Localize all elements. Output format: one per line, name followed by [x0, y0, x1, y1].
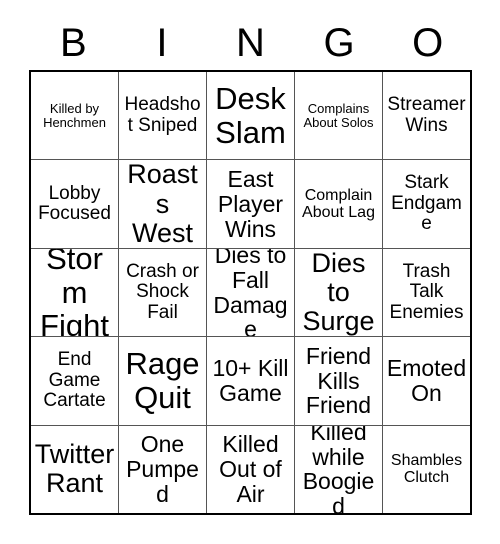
bingo-header-letter-g: G: [323, 21, 355, 65]
bingo-cell-label: Desk Slam: [215, 81, 286, 150]
bingo-row: Lobby Focused Roasts West East Player Wi…: [31, 160, 470, 249]
bingo-header-letter-b: B: [59, 21, 87, 65]
bingo-cell-label: Lobby Focused: [38, 182, 111, 225]
bingo-cell[interactable]: East Player Wins: [207, 160, 295, 248]
bingo-cell[interactable]: Headshot Sniped: [119, 72, 207, 160]
bingo-cell[interactable]: Friend Kills Friend: [295, 337, 383, 425]
bingo-cell-label: Killed while Boogied: [302, 425, 375, 514]
bingo-row: Storm Fight Crash or Shock Fail Dies to …: [31, 248, 470, 338]
bingo-cell[interactable]: Shambles Clutch: [383, 426, 470, 513]
bingo-cell[interactable]: Killed Out of Air: [207, 425, 295, 514]
bingo-cell[interactable]: Storm Fight: [31, 248, 119, 337]
bingo-cell-label: Shambles Clutch: [390, 452, 463, 487]
bingo-cell[interactable]: Rage Quit: [119, 337, 207, 425]
bingo-cell-label: Emoted On: [386, 355, 467, 406]
bingo-cell-label: Headshot Sniped: [124, 94, 201, 136]
bingo-cell[interactable]: End Game Cartate: [31, 337, 119, 425]
bingo-cell[interactable]: Dies to Surge: [295, 248, 383, 337]
bingo-cell[interactable]: 10+ Kill Game: [207, 337, 295, 425]
bingo-cell-label: Trash Talk Enemies: [389, 260, 464, 323]
bingo-cell[interactable]: Emoted On: [383, 337, 470, 424]
bingo-cell[interactable]: Killed while Boogied: [295, 425, 383, 514]
bingo-cell-label: Storm Fight: [40, 248, 109, 337]
bingo-grid: Killed by Henchmen Headshot Sniped Desk …: [29, 70, 472, 515]
bingo-header-letter-n: N: [236, 21, 265, 65]
bingo-cell[interactable]: Desk Slam: [207, 72, 295, 160]
bingo-cell-label: Streamer Wins: [387, 94, 466, 136]
bingo-cell[interactable]: Complains About Solos: [295, 72, 383, 160]
bingo-cell[interactable]: Killed by Henchmen: [31, 72, 119, 160]
bingo-cell-label: East Player Wins: [217, 165, 284, 242]
bingo-cell-label: Killed by Henchmen: [43, 100, 106, 130]
bingo-cell-label: End Game Cartate: [43, 349, 106, 412]
bingo-row: Twitter Rant One Pumped Killed Out of Ai…: [31, 425, 470, 514]
bingo-cell-label: Complains About Solos: [303, 100, 374, 130]
bingo-cell-label: One Pumped: [126, 431, 199, 507]
bingo-card: B I N G O Killed by Henchmen Headshot Sn…: [0, 0, 500, 544]
bingo-header-letter-o: O: [412, 21, 444, 65]
bingo-cell[interactable]: Complain About Lag: [295, 160, 383, 248]
bingo-cell[interactable]: Streamer Wins: [383, 72, 470, 159]
bingo-cell-label: Stark Endgame: [391, 172, 462, 235]
bingo-cell-label: Twitter Rant: [34, 439, 115, 499]
bingo-cell[interactable]: Lobby Focused: [31, 160, 119, 248]
bingo-header-letter-i: I: [156, 21, 168, 65]
bingo-row: End Game Cartate Rage Quit 10+ Kill Game…: [31, 337, 470, 426]
bingo-cell-label: Roasts West: [127, 160, 198, 248]
bingo-cell-label: Complain About Lag: [302, 186, 375, 222]
bingo-cell-label: Crash or Shock Fail: [126, 260, 199, 323]
bingo-cell-label: Friend Kills Friend: [305, 342, 372, 419]
bingo-cell[interactable]: Roasts West: [119, 160, 207, 248]
bingo-cell[interactable]: Trash Talk Enemies: [383, 249, 470, 336]
bingo-cell-label: Killed Out of Air: [219, 431, 282, 507]
bingo-cell-label: Dies to Fall Damage: [213, 248, 288, 337]
bingo-cell-label: Dies to Surge: [302, 248, 375, 337]
bingo-row: Killed by Henchmen Headshot Sniped Desk …: [31, 72, 470, 161]
bingo-cell[interactable]: Stark Endgame: [383, 160, 470, 247]
bingo-cell[interactable]: Twitter Rant: [31, 425, 119, 514]
bingo-cell[interactable]: Dies to Fall Damage: [207, 248, 295, 337]
bingo-cell-label: 10+ Kill Game: [212, 355, 289, 406]
bingo-cell-label: Rage Quit: [125, 346, 200, 415]
bingo-cell[interactable]: Crash or Shock Fail: [119, 248, 207, 337]
bingo-cell[interactable]: One Pumped: [119, 425, 207, 514]
bingo-header: B I N G O: [29, 16, 472, 70]
